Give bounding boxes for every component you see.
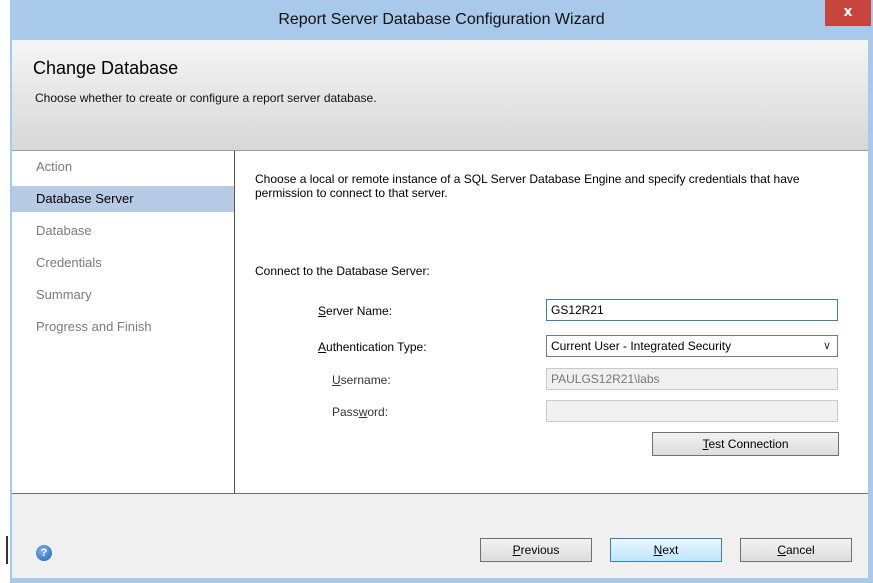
page-header: Change Database Choose whether to create… [12, 40, 868, 150]
nav-item-progress-and-finish[interactable]: Progress and Finish [12, 314, 234, 340]
cancel-button[interactable]: Cancel [740, 538, 852, 562]
step-nav: Action Database Server Database Credenti… [12, 151, 235, 493]
left-edge [0, 0, 10, 583]
password-label: Password: [332, 405, 389, 419]
help-icon[interactable]: ? [36, 545, 52, 561]
chevron-down-icon: ∨ [822, 340, 831, 352]
auth-type-label: Authentication Type: [318, 340, 427, 354]
wizard-client: Change Database Choose whether to create… [12, 40, 868, 578]
nav-item-database-server[interactable]: Database Server [12, 186, 234, 212]
wizard-body: Action Database Server Database Credenti… [12, 150, 868, 494]
server-name-input[interactable]: GS12R21 [546, 299, 838, 321]
window-title: Report Server Database Configuration Wiz… [278, 11, 605, 28]
close-button[interactable]: x [825, 0, 871, 26]
test-connection-button[interactable]: Test Connection [652, 432, 839, 456]
auth-type-value: Current User - Integrated Security [551, 339, 732, 353]
server-name-label: Server Name: [318, 304, 393, 318]
wizard-footer: ? Previous Next Cancel [12, 494, 868, 578]
page-subtitle: Choose whether to create or configure a … [35, 91, 377, 105]
title-bar: Report Server Database Configuration Wiz… [10, 0, 873, 40]
previous-button[interactable]: Previous [480, 538, 592, 562]
username-label: Username: [332, 373, 391, 387]
next-button[interactable]: Next [610, 538, 722, 562]
connect-label: Connect to the Database Server: [255, 264, 430, 278]
nav-item-database[interactable]: Database [12, 218, 234, 244]
page-title: Change Database [33, 58, 179, 78]
nav-item-credentials[interactable]: Credentials [12, 250, 234, 276]
step-description: Choose a local or remote instance of a S… [255, 172, 800, 200]
nav-item-summary[interactable]: Summary [12, 282, 234, 308]
nav-item-action[interactable]: Action [12, 154, 234, 180]
main-content: Choose a local or remote instance of a S… [235, 151, 868, 493]
password-input[interactable] [546, 400, 838, 422]
wizard-window: Report Server Database Configuration Wiz… [10, 0, 873, 583]
auth-type-select[interactable]: Current User - Integrated Security ∨ [546, 335, 838, 357]
username-input[interactable]: PAULGS12R21\labs [546, 368, 838, 390]
edge-marker [6, 536, 8, 564]
